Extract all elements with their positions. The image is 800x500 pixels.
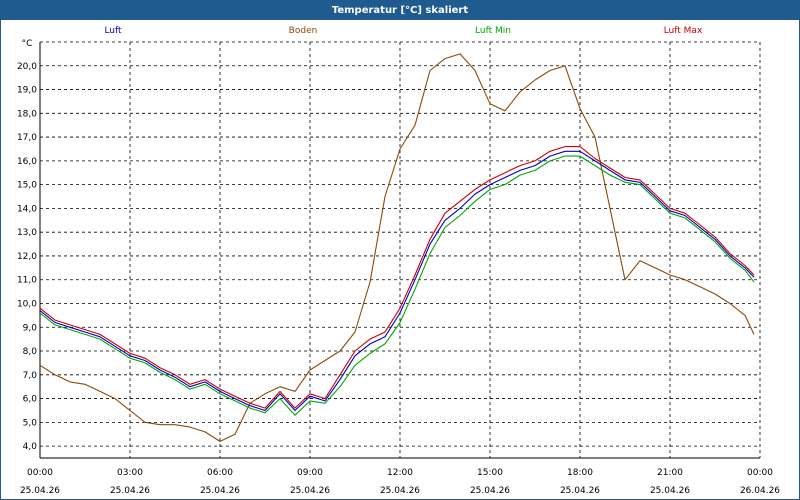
x-tick-time: 18:00	[567, 468, 593, 478]
legend-entry: Boden	[289, 26, 318, 36]
y-tick-label: 10,0	[17, 299, 37, 309]
legend: Luft Boden Luft Min Luft Max	[104, 26, 703, 36]
y-tick-label: 15,0	[17, 181, 37, 191]
x-tick-time: 09:00	[297, 468, 323, 478]
x-tick-time: 21:00	[657, 468, 683, 478]
y-tick-label: 12,0	[17, 252, 37, 262]
y-tick-label: 6,0	[23, 395, 38, 405]
series	[39, 53, 755, 442]
y-tick-label: 4,0	[23, 442, 38, 452]
x-tick-date: 25.04.26	[290, 486, 330, 496]
y-tick-label: 17,0	[17, 133, 37, 143]
temperature-chart: 4,0 5,0 6,0 7,0 8,0 9,0 10,0 11,0 12,0 13,0 14,0 15…	[17, 26, 780, 496]
y-tick-label: 14,0	[17, 204, 37, 214]
x-tick-time: 12:00	[387, 468, 413, 478]
y-tick-label: 7,0	[23, 371, 38, 381]
y-tick-label: 19,0	[17, 86, 37, 96]
legend-entry: Luft Min	[475, 26, 511, 36]
y-tick-label: 13,0	[17, 228, 37, 238]
y-tick-label: 11,0	[17, 276, 37, 286]
y-tick-label: 8,0	[23, 347, 38, 357]
x-tick-time: 15:00	[477, 468, 503, 478]
x-tick-date: 25.04.26	[380, 486, 420, 496]
x-tick-date: 25.04.26	[650, 486, 690, 496]
x-tick-time: 06:00	[207, 468, 233, 478]
legend-entry: Luft	[104, 26, 122, 36]
y-tick-label: 20,0	[17, 62, 37, 72]
x-tick-date: 25.04.26	[470, 486, 510, 496]
axes: 4,0 5,0 6,0 7,0 8,0 9,0 10,0 11,0 12,0 13,0 14,0 15…	[17, 39, 780, 496]
x-tick-date: 25.04.26	[200, 486, 240, 496]
x-tick-time: 00:00	[27, 468, 53, 478]
grid	[39, 41, 761, 458]
y-axis-label: °C	[22, 39, 33, 49]
series-line-luft-min	[39, 155, 755, 416]
x-tick-date: 26.04.26	[740, 486, 780, 496]
x-tick-date: 25.04.26	[110, 486, 150, 496]
series-line-boden	[39, 53, 755, 442]
y-tick-label: 9,0	[23, 323, 38, 333]
x-tick-time: 00:00	[747, 468, 773, 478]
legend-entry: Luft Max	[664, 26, 703, 36]
y-tick-label: 18,0	[17, 109, 37, 119]
x-tick-time: 03:00	[117, 468, 143, 478]
series-line-luft	[39, 150, 755, 412]
series-line-luft-max	[39, 146, 755, 409]
y-tick-label: 5,0	[23, 418, 38, 428]
x-tick-date: 25.04.26	[20, 486, 60, 496]
x-tick-date: 25.04.26	[560, 486, 600, 496]
y-tick-label: 16,0	[17, 157, 37, 167]
